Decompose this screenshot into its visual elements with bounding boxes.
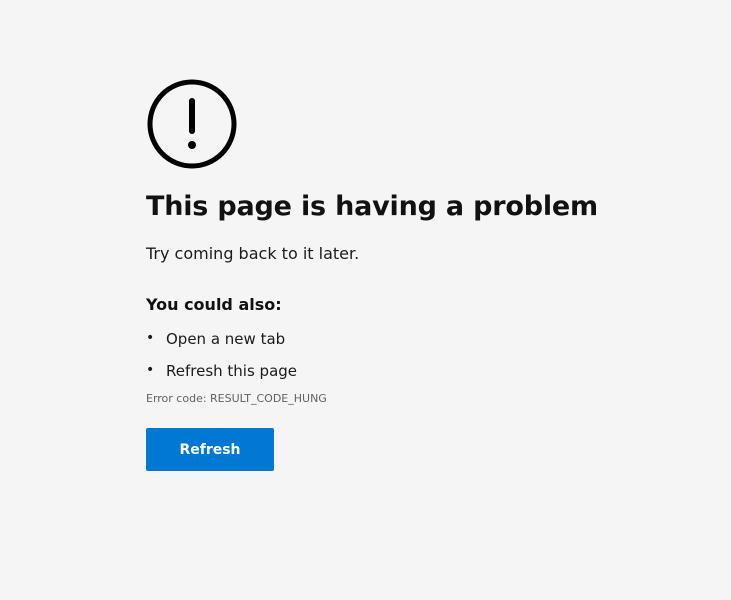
bullet-icon: • (146, 330, 155, 346)
suggestion-label: Open a new tab (166, 330, 286, 348)
error-content: This page is having a problem Try coming… (146, 78, 706, 471)
refresh-button[interactable]: Refresh (146, 428, 274, 471)
exclamation-circle-icon (147, 79, 237, 169)
error-page: This page is having a problem Try coming… (0, 0, 731, 600)
bullet-icon: • (146, 362, 155, 378)
suggestion-refresh-page: • Refresh this page (146, 360, 706, 382)
suggestions-heading: You could also: (146, 295, 282, 314)
suggestion-label: Refresh this page (166, 362, 298, 380)
page-title: This page is having a problem (146, 191, 598, 222)
error-message: Try coming back to it later. (146, 244, 360, 263)
suggestions-list: • Open a new tab • Refresh this page (146, 328, 706, 382)
error-code: Error code: RESULT_CODE_HUNG (146, 392, 327, 405)
suggestion-open-new-tab: • Open a new tab (146, 328, 706, 350)
